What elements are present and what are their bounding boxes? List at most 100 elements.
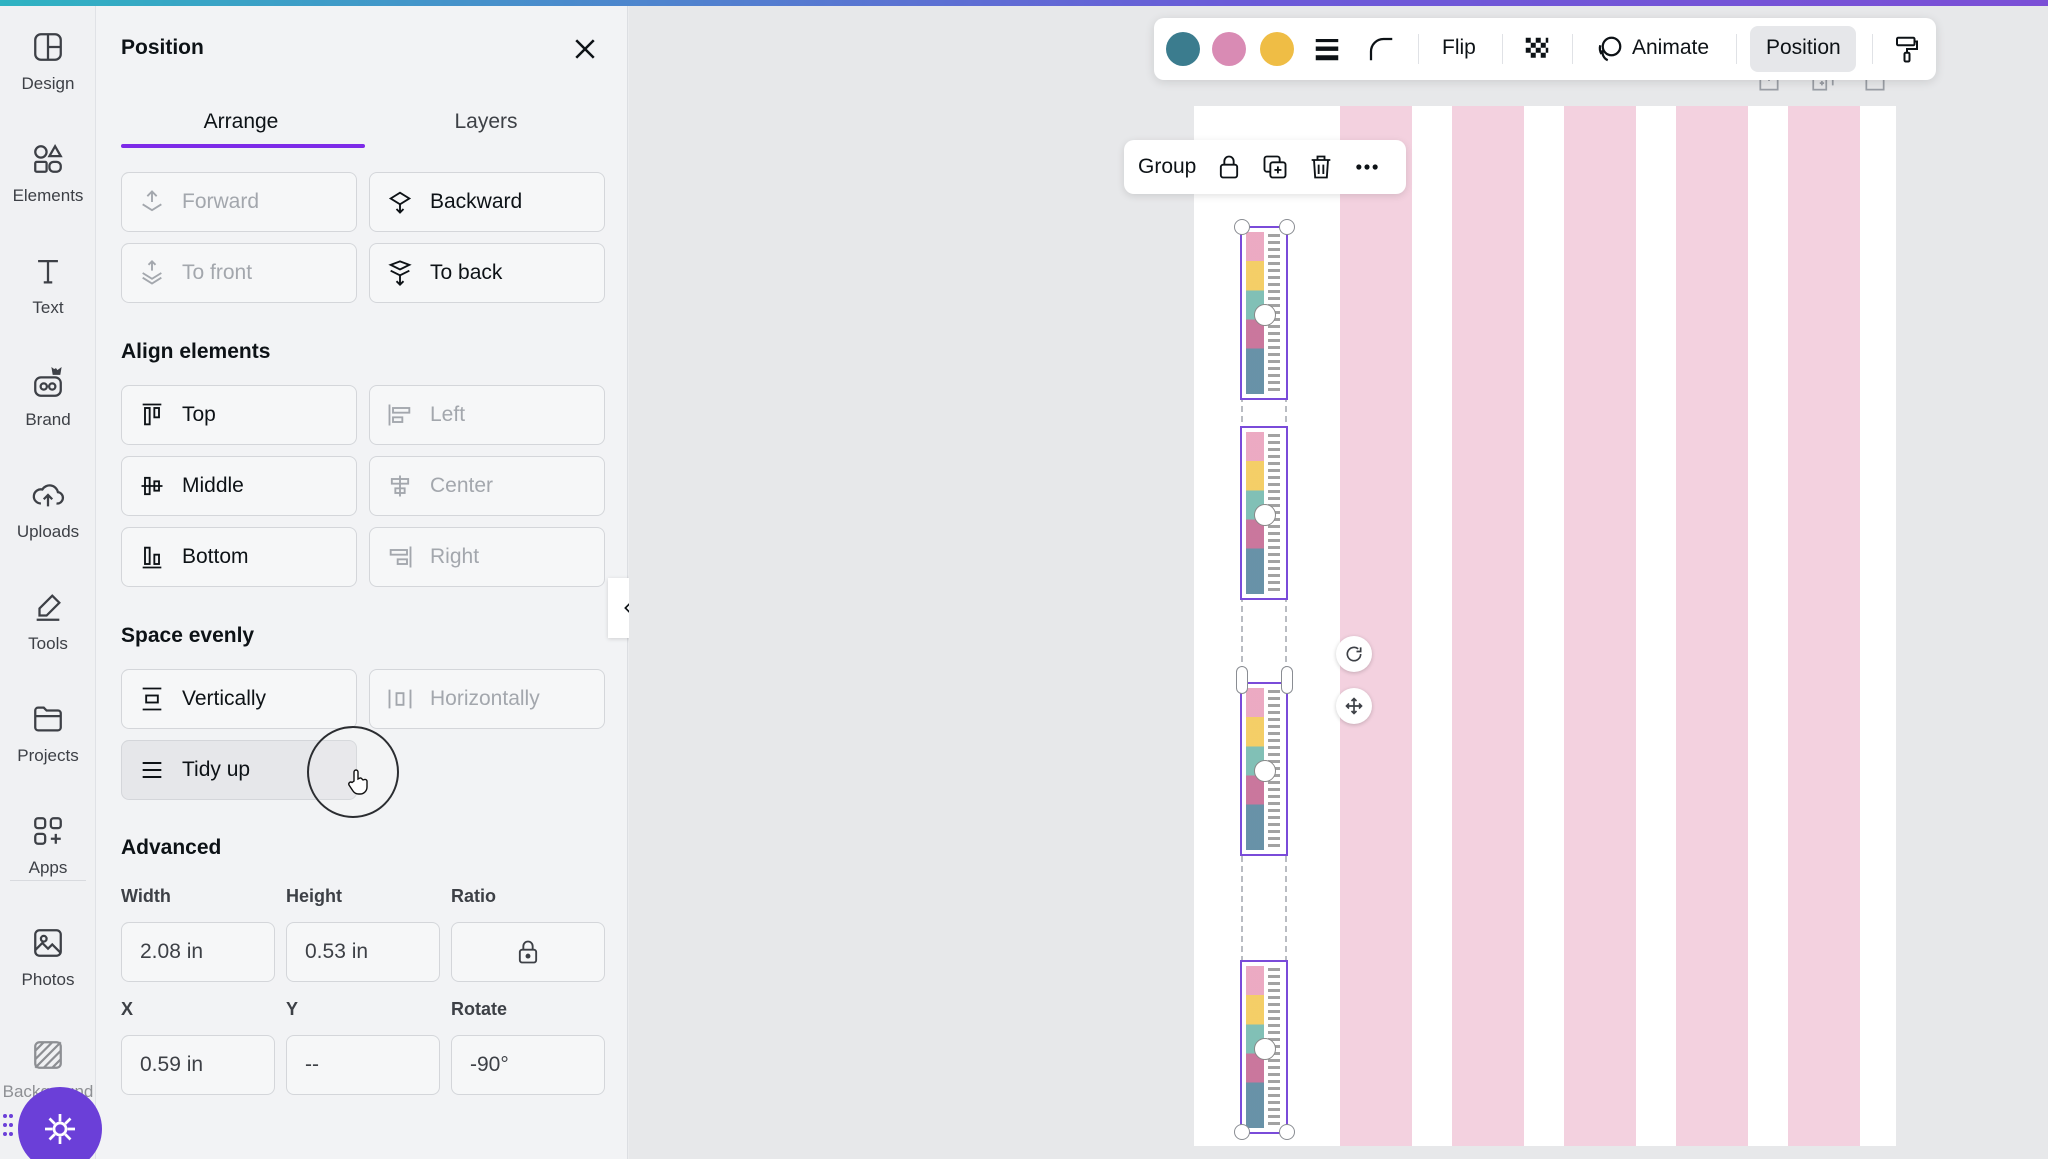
trash-icon[interactable] xyxy=(1307,153,1335,181)
label-sticker[interactable] xyxy=(1240,226,1288,400)
apps-icon xyxy=(34,817,62,845)
backward-icon xyxy=(388,191,412,214)
rotate-field[interactable]: -90° xyxy=(451,1035,605,1095)
move-handle-icon[interactable] xyxy=(1254,1038,1276,1060)
lock-icon[interactable] xyxy=(1215,153,1243,181)
rail-item-apps[interactable]: Apps xyxy=(0,790,96,890)
pink-stripe xyxy=(1788,106,1860,1146)
align-bottom-button[interactable]: Bottom xyxy=(121,527,357,587)
design-icon xyxy=(34,33,62,61)
rail-item-photos[interactable]: Photos xyxy=(0,902,96,1002)
move-handle-icon[interactable] xyxy=(1254,304,1276,326)
duplicate-icon[interactable] xyxy=(1261,153,1289,181)
transparency-icon[interactable] xyxy=(1522,34,1552,64)
rail-item-uploads[interactable]: Uploads xyxy=(0,454,96,554)
height-label: Height xyxy=(286,886,342,906)
more-icon[interactable] xyxy=(1353,153,1381,181)
align-middle-button[interactable]: Middle xyxy=(121,456,357,516)
resize-handle[interactable] xyxy=(1279,1124,1295,1140)
ratio-lock-button[interactable] xyxy=(451,922,605,982)
rail-label: Text xyxy=(32,298,64,317)
tab-arrange[interactable]: Arrange xyxy=(121,110,361,134)
tools-icon xyxy=(36,594,61,621)
y-field[interactable]: -- xyxy=(286,1035,440,1095)
text-icon xyxy=(38,259,58,284)
animate-button[interactable]: Animate xyxy=(1632,36,1709,60)
animate-icon[interactable] xyxy=(1594,34,1624,64)
align-right-button[interactable]: Right xyxy=(369,527,605,587)
corner-rounding-icon[interactable] xyxy=(1366,34,1396,64)
width-label: Width xyxy=(121,886,171,906)
align-right-label: Right xyxy=(430,545,480,568)
space-horizontally-button[interactable]: Horizontally xyxy=(369,669,605,729)
forward-icon xyxy=(142,190,162,212)
align-elements-heading: Align elements xyxy=(121,340,271,363)
pink-stripe xyxy=(1452,106,1524,1146)
x-field[interactable]: 0.59 in xyxy=(121,1035,275,1095)
move-handle-icon[interactable] xyxy=(1254,760,1276,782)
sparkle-icon xyxy=(45,1114,75,1144)
label-sticker[interactable] xyxy=(1240,960,1288,1134)
rail-label: Brand xyxy=(25,410,71,429)
move-button[interactable] xyxy=(1336,688,1372,724)
resize-handle[interactable] xyxy=(1281,666,1293,694)
design-page[interactable] xyxy=(1194,106,1896,1146)
tab-layers[interactable]: Layers xyxy=(366,110,606,134)
rail-item-projects[interactable]: Projects xyxy=(0,678,96,778)
elements-icon xyxy=(34,143,63,173)
resize-handle[interactable] xyxy=(1236,666,1248,694)
align-center-button[interactable]: Center xyxy=(369,456,605,516)
height-field[interactable]: 0.53 in xyxy=(286,922,440,982)
to-front-button[interactable]: To front xyxy=(121,243,357,303)
pink-stripe xyxy=(1564,106,1636,1146)
y-label: Y xyxy=(286,999,299,1019)
color-swatch-yellow[interactable] xyxy=(1260,32,1294,66)
align-top-button[interactable]: Top xyxy=(121,385,357,445)
tidy-up-label: Tidy up xyxy=(182,758,251,781)
resize-handle[interactable] xyxy=(1234,1124,1250,1140)
resize-handle[interactable] xyxy=(1234,219,1250,235)
align-top-icon xyxy=(142,403,162,426)
align-left-label: Left xyxy=(430,403,466,426)
align-top-label: Top xyxy=(182,403,216,426)
color-swatch-teal[interactable] xyxy=(1166,32,1200,66)
rail-item-design[interactable]: Design xyxy=(0,6,96,106)
position-panel: Position Arrange Layers Forward Backward… xyxy=(96,6,628,1159)
to-back-button[interactable]: To back xyxy=(369,243,605,303)
hand-cursor-icon xyxy=(348,769,368,795)
rail-item-elements[interactable]: Elements xyxy=(0,118,96,218)
align-right-icon xyxy=(389,546,412,568)
rail-divider xyxy=(10,880,86,881)
rail-item-tools[interactable]: Tools xyxy=(0,566,96,666)
pink-stripe xyxy=(1340,106,1412,1146)
position-button[interactable]: Position xyxy=(1766,36,1841,60)
label-sticker[interactable] xyxy=(1240,426,1288,600)
uploads-icon xyxy=(32,484,65,507)
to-back-icon xyxy=(388,260,412,286)
line-weight-icon[interactable] xyxy=(1312,34,1342,64)
space-vertically-label: Vertically xyxy=(182,687,267,710)
copy-style-icon[interactable] xyxy=(1892,34,1922,64)
ratio-label: Ratio xyxy=(451,886,496,906)
align-bottom-icon xyxy=(142,546,162,569)
backward-button[interactable]: Backward xyxy=(369,172,605,232)
space-vertically-button[interactable]: Vertically xyxy=(121,669,357,729)
left-rail: Design Elements Text Brand Uploads Tools… xyxy=(0,6,96,1159)
move-handle-icon[interactable] xyxy=(1254,504,1276,526)
rotate-handle[interactable] xyxy=(1336,636,1372,672)
group-button[interactable]: Group xyxy=(1138,155,1196,179)
space-evenly-heading: Space evenly xyxy=(121,624,255,647)
tidy-up-icon xyxy=(142,761,162,779)
width-field[interactable]: 2.08 in xyxy=(121,922,275,982)
flip-button[interactable]: Flip xyxy=(1442,36,1476,60)
align-left-button[interactable]: Left xyxy=(369,385,605,445)
label-sticker[interactable] xyxy=(1240,682,1288,856)
forward-button[interactable]: Forward xyxy=(121,172,357,232)
resize-handle[interactable] xyxy=(1279,219,1295,235)
drag-grip-icon[interactable] xyxy=(2,1112,14,1138)
rail-item-brand[interactable]: Brand xyxy=(0,342,96,442)
color-swatch-pink[interactable] xyxy=(1212,32,1246,66)
rail-item-text[interactable]: Text xyxy=(0,230,96,330)
projects-icon xyxy=(34,706,62,732)
close-icon[interactable] xyxy=(570,34,600,64)
